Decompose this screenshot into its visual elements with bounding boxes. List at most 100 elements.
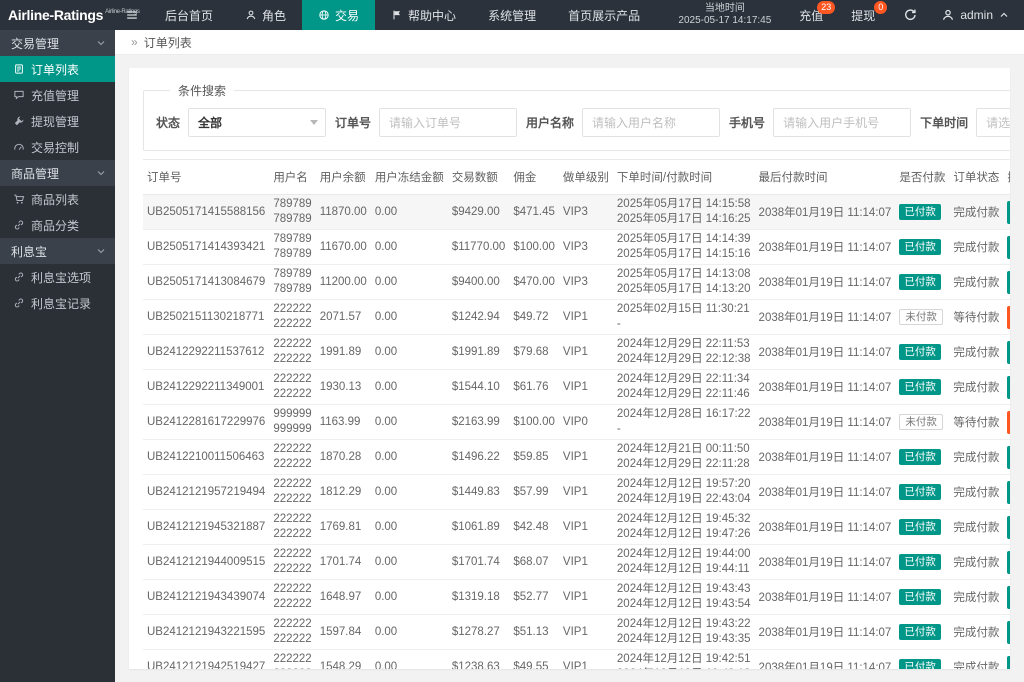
nav-item-2[interactable]: 角色: [229, 0, 302, 30]
last-pay-time: 2038年01月19日 11:14:07: [759, 242, 892, 254]
order-time: 2025年05月17日 14:13:08: [617, 267, 751, 282]
cell-username: 222222222222: [269, 615, 315, 650]
username-line1: 222222: [273, 617, 311, 632]
sidebar-item-1-4[interactable]: 交易控制: [0, 134, 115, 160]
action-button-teal[interactable]: 资金流水: [1007, 516, 1010, 539]
cell-commission: $61.76: [509, 370, 559, 405]
last-pay-time: 2038年01月19日 11:14:07: [759, 207, 892, 219]
sidebar-group-title: 交易管理: [11, 35, 59, 52]
last-pay-time: 2038年01月19日 11:14:07: [759, 277, 892, 289]
action-button-teal[interactable]: 资金流水: [1007, 551, 1010, 574]
sidebar-group-1[interactable]: 交易管理: [0, 30, 115, 56]
nav-item-1[interactable]: 后台首页: [149, 0, 229, 30]
action-button-teal[interactable]: 资金流水: [1007, 446, 1010, 469]
order-no: UB2412121944009515: [147, 556, 265, 568]
column-header-3: 用户余额: [316, 160, 371, 195]
order-time: 2024年12月29日 22:11:34: [617, 372, 751, 387]
recharge-button[interactable]: 充值 23: [785, 0, 837, 30]
cell-frozen: 0.00: [371, 440, 448, 475]
paid-status-badge: 已付款: [899, 239, 941, 256]
trade-amount: $2163.99: [452, 416, 500, 428]
local-time-label: 当地时间: [705, 3, 745, 16]
cell-amount: $1701.74: [448, 545, 510, 580]
action-button-teal[interactable]: 资金流水: [1007, 376, 1010, 399]
last-pay-time: 2038年01月19日 11:14:07: [759, 627, 892, 639]
username-line2: 222222: [273, 632, 311, 647]
cell-status: 完成付款: [949, 230, 1003, 265]
breadcrumb: » 订单列表: [115, 30, 1024, 55]
search-field-input[interactable]: [379, 108, 517, 137]
sidebar-item-2-2[interactable]: 商品分类: [0, 212, 115, 238]
cell-amount: $1061.89: [448, 510, 510, 545]
column-header-4: 用户冻结金额: [371, 160, 448, 195]
trade-amount: $1449.83: [452, 486, 500, 498]
cell-status: 完成付款: [949, 265, 1003, 300]
search-field-input[interactable]: [582, 108, 720, 137]
cell-commission: $79.68: [509, 335, 559, 370]
nav-item-5[interactable]: 系统管理: [472, 0, 552, 30]
vip-level: VIP1: [563, 626, 588, 638]
cell-level: VIP3: [559, 230, 613, 265]
refresh-button[interactable]: [889, 0, 931, 30]
action-button-red[interactable]: 冻结: [1007, 306, 1010, 329]
nav-item-3[interactable]: 交易: [302, 0, 375, 30]
sidebar-item-3-1[interactable]: 利息宝选项: [0, 264, 115, 290]
search-field-input[interactable]: [976, 108, 1010, 137]
search-field-input[interactable]: [773, 108, 911, 137]
cell-frozen: 0.00: [371, 580, 448, 615]
action-button-teal[interactable]: 资金流水: [1007, 341, 1010, 364]
sidebar-item-label: 充值管理: [31, 87, 79, 104]
cell-frozen: 0.00: [371, 545, 448, 580]
paid-status-badge: 已付款: [899, 659, 941, 669]
search-field-4: 下单时间: [920, 108, 1010, 137]
cell-frozen: 0.00: [371, 300, 448, 335]
cell-order-time: 2024年12月28日 16:17:22-: [613, 405, 755, 440]
vip-level: VIP1: [563, 661, 588, 669]
action-button-teal[interactable]: 资金流水: [1007, 271, 1010, 294]
sidebar-group-3[interactable]: 利息宝: [0, 238, 115, 264]
link-icon: [13, 297, 25, 309]
sidebar-item-1-2[interactable]: 充值管理: [0, 82, 115, 108]
order-status: 完成付款: [953, 382, 999, 394]
sidebar-item-3-2[interactable]: 利息宝记录: [0, 290, 115, 316]
user-menu[interactable]: admin: [931, 0, 1024, 30]
nav-item-4[interactable]: 帮助中心: [375, 0, 472, 30]
status-select[interactable]: 全部: [188, 108, 326, 137]
action-button-teal[interactable]: 资金流水: [1007, 201, 1010, 224]
action-button-teal[interactable]: 资金流水: [1007, 586, 1010, 609]
cell-actions: 资金流水: [1003, 335, 1010, 370]
sidebar-item-2-1[interactable]: 商品列表: [0, 186, 115, 212]
cell-frozen: 0.00: [371, 510, 448, 545]
cell-frozen: 0.00: [371, 650, 448, 670]
main: » 订单列表 条件搜索 状态 全部 订单号用户名称手机号下单时间: [115, 30, 1024, 682]
action-button-red[interactable]: 冻结: [1007, 411, 1010, 434]
vip-level: VIP1: [563, 521, 588, 533]
cell-username: 222222222222: [269, 440, 315, 475]
paid-status-badge: 已付款: [899, 204, 941, 221]
paid-status-badge: 已付款: [899, 589, 941, 606]
paid-status-badge: 已付款: [899, 624, 941, 641]
cell-paid: 已付款: [895, 580, 949, 615]
cell-frozen: 0.00: [371, 615, 448, 650]
withdraw-button[interactable]: 提现 0: [837, 0, 889, 30]
column-header-12: 操作: [1003, 160, 1010, 195]
sidebar-group-2[interactable]: 商品管理: [0, 160, 115, 186]
status-select-wrap: 全部: [188, 108, 326, 137]
balance: 11200.00: [320, 276, 367, 288]
sidebar-item-1-1[interactable]: 订单列表: [0, 56, 115, 82]
sidebar-toggle-button[interactable]: [115, 0, 149, 30]
search-field-label: 用户名称: [526, 114, 574, 131]
sidebar-item-1-3[interactable]: 提现管理: [0, 108, 115, 134]
table-row: UB24122922115376122222222222221991.890.0…: [143, 335, 1010, 370]
action-button-teal[interactable]: 资金流水: [1007, 481, 1010, 504]
cell-paid: 已付款: [895, 335, 949, 370]
action-button-teal[interactable]: 资金流水: [1007, 236, 1010, 259]
action-button-teal[interactable]: 资金流水: [1007, 656, 1010, 670]
cell-status: 等待付款: [949, 300, 1003, 335]
nav-item-6[interactable]: 首页展示产品: [552, 0, 656, 30]
action-button-teal[interactable]: 资金流水: [1007, 621, 1010, 644]
frozen-amount: 0.00: [375, 521, 397, 533]
frozen-amount: 0.00: [375, 626, 397, 638]
cell-order-no: UB2412292211349001: [143, 370, 269, 405]
cell-order-no: UB2505171413084679: [143, 265, 269, 300]
